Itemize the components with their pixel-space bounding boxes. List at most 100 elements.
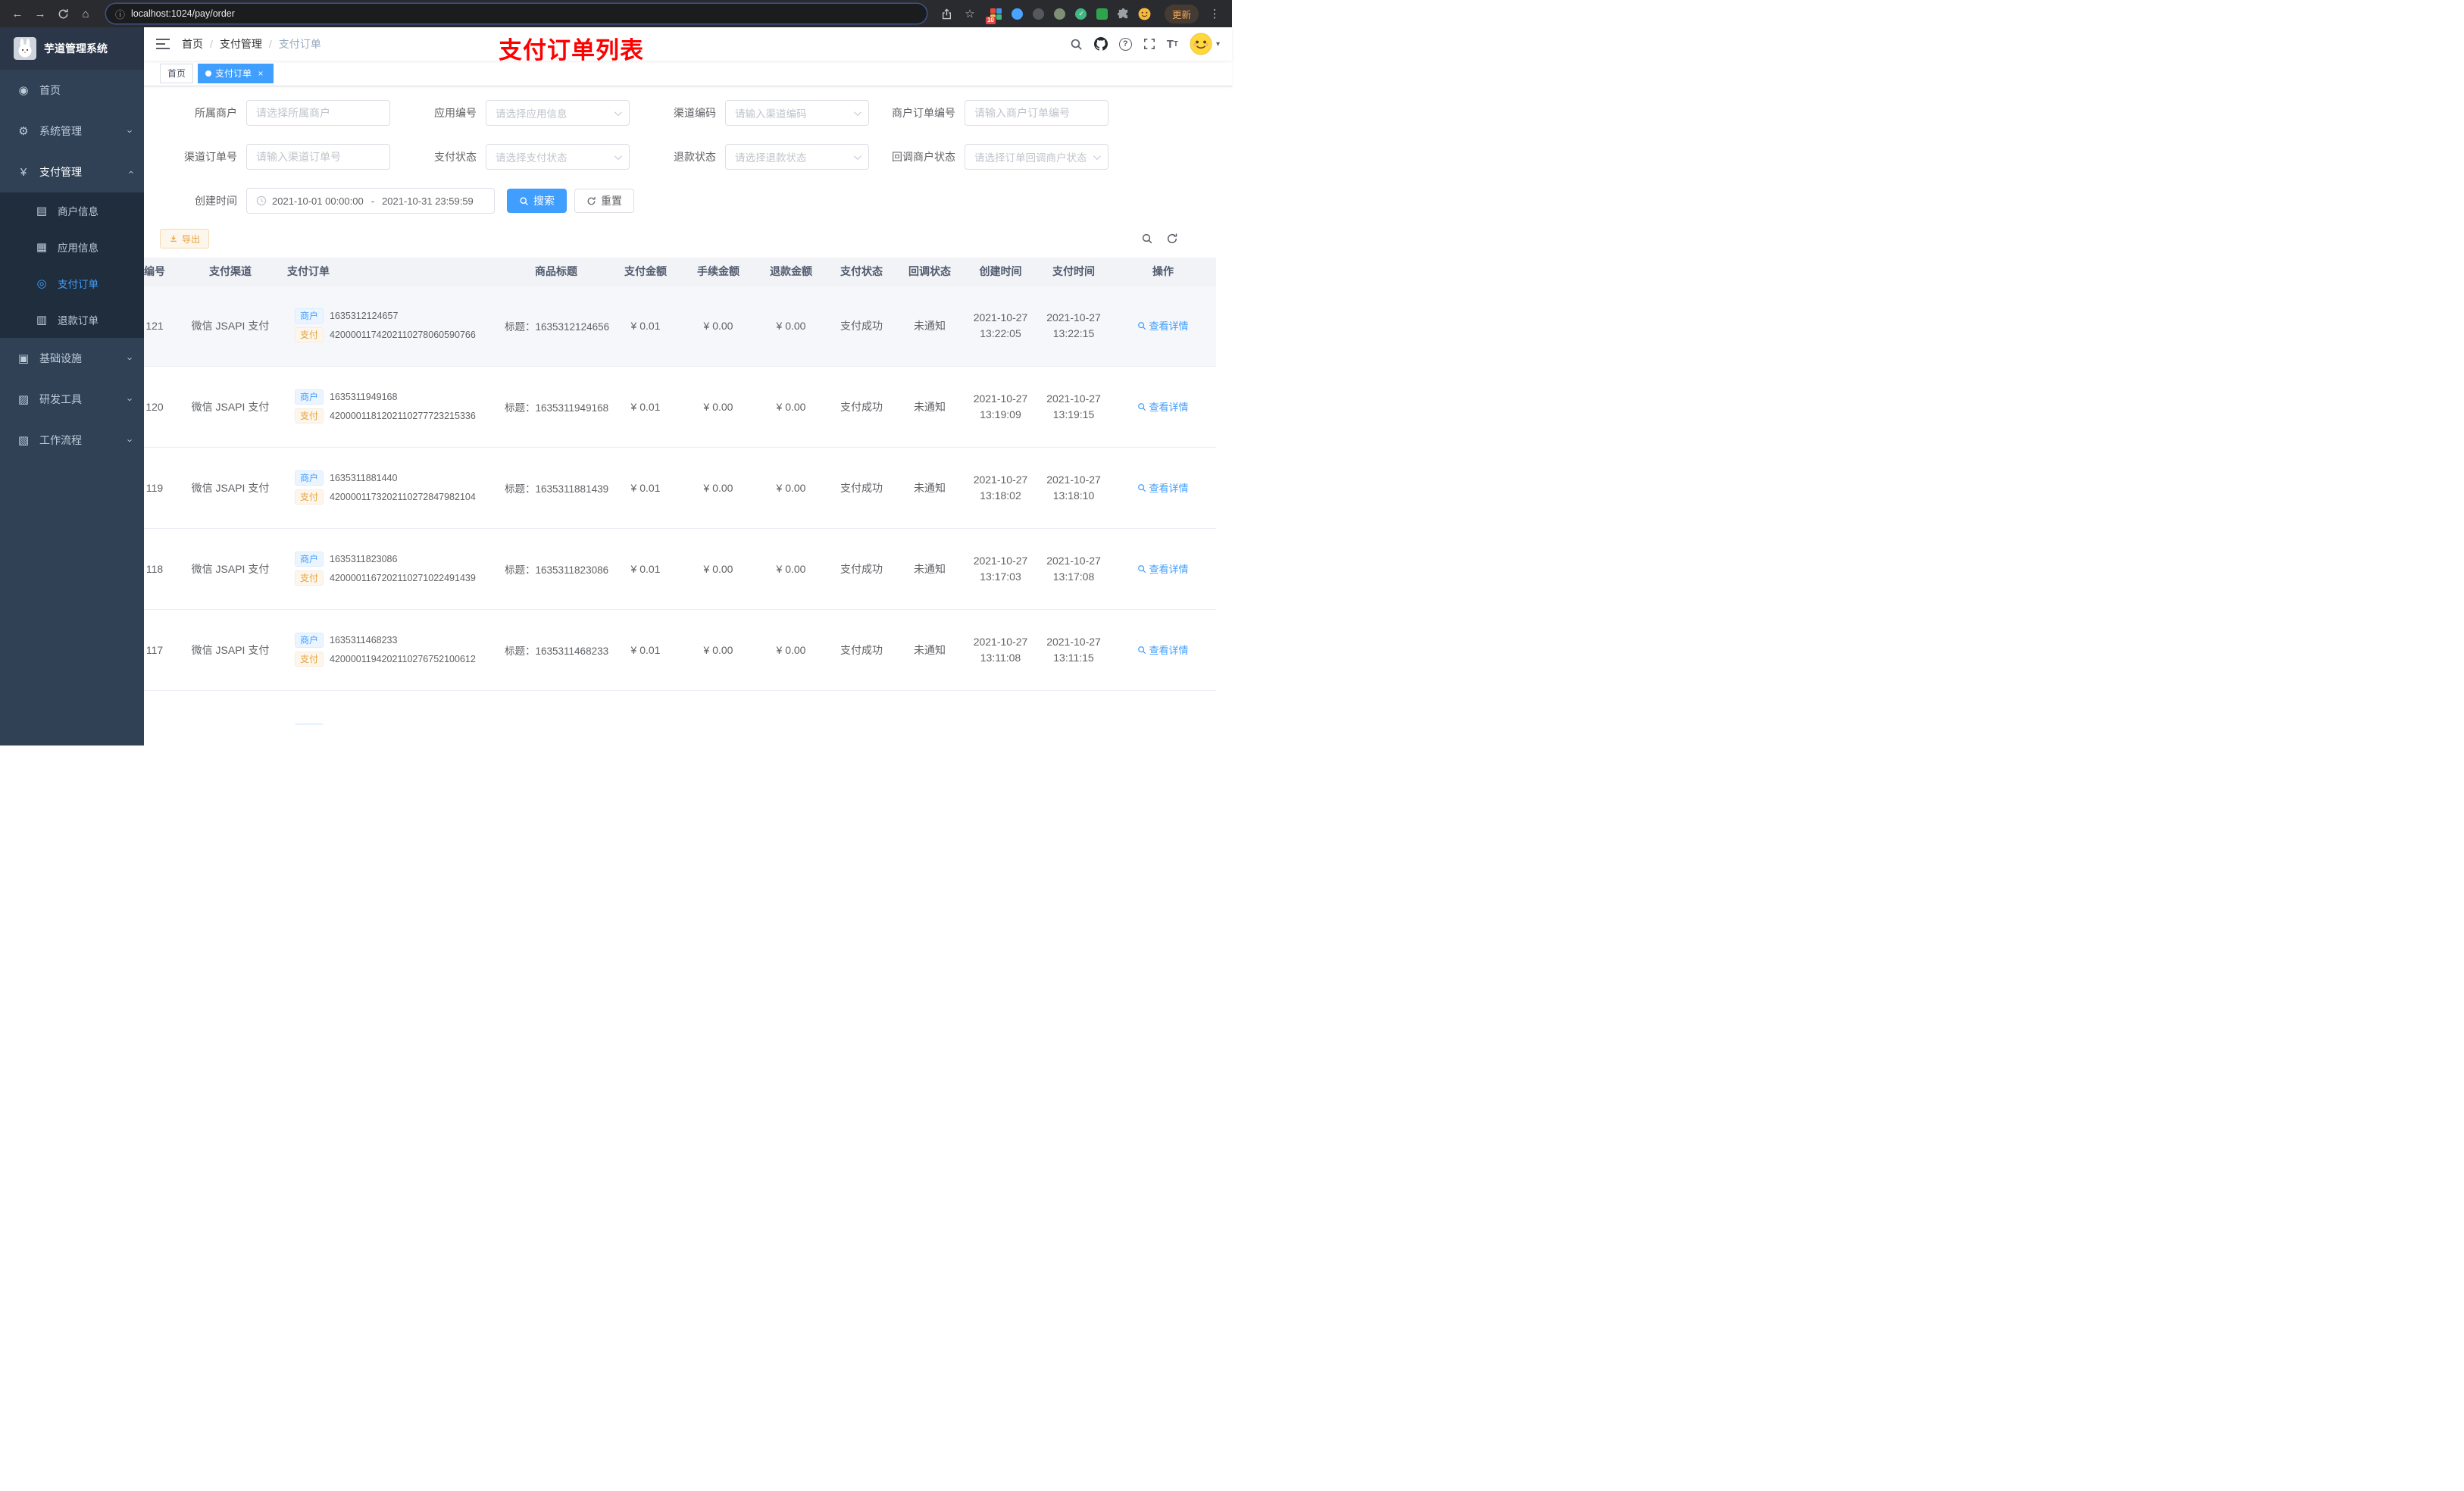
profile-avatar-icon[interactable] — [1138, 7, 1152, 20]
extension-check-icon[interactable]: ✓ — [1074, 7, 1088, 20]
extension-green-icon[interactable] — [1096, 7, 1109, 20]
sidebar-item-devtools[interactable]: ▨ 研发工具 › — [0, 379, 144, 420]
home-icon[interactable]: ⌂ — [76, 4, 95, 23]
cell-channel: 微信 JSAPI 支付 — [181, 366, 280, 448]
sidebar-item-home[interactable]: ◉ 首页 — [0, 70, 144, 111]
col-status[interactable]: 支付状态 — [827, 258, 896, 286]
date-line: 2021-10-27 — [973, 473, 1028, 486]
table-row[interactable]: 119 微信 JSAPI 支付 商户 1635311881440 支付 420000… — [144, 447, 1216, 529]
create-time-range-picker[interactable]: 2021-10-01 00:00:00 - 2021-10-31 23:59:5… — [246, 188, 495, 214]
cell-paid: 2021-10-27 13:17:08 — [1037, 528, 1110, 610]
address-bar[interactable]: ⓘ localhost:1024/pay/order — [106, 4, 927, 23]
date-start: 2021-10-01 00:00:00 — [272, 195, 364, 207]
owner-merchant-input[interactable] — [246, 100, 390, 126]
merchant-order-no-input[interactable] — [965, 100, 1108, 126]
table-row[interactable]: 120 微信 JSAPI 支付 商户 1635311949168 支付 420000… — [144, 366, 1216, 448]
bookmark-star-icon[interactable]: ☆ — [960, 4, 980, 23]
pay-order-no: 4200001174202110278060590766 — [330, 330, 476, 340]
time-line: 13:17:08 — [1052, 570, 1095, 583]
sidebar-item-infra[interactable]: ▣ 基础设施 › — [0, 338, 144, 379]
page-annotation-title: 支付订单列表 — [499, 37, 644, 64]
chrome-update-button[interactable]: 更新 — [1164, 4, 1199, 23]
pay-status-select[interactable]: 请选择支付状态 — [486, 144, 630, 170]
github-icon[interactable] — [1093, 37, 1108, 51]
view-detail-link[interactable]: 查看详情 — [1137, 480, 1189, 495]
col-paid[interactable]: 支付时间 — [1037, 258, 1110, 286]
col-action[interactable]: 操作 — [1110, 258, 1216, 286]
table-toolbar-right — [1141, 233, 1178, 245]
app-logo: 芋道管理系统 — [0, 27, 144, 70]
chrome-menu-icon[interactable]: ⋮ — [1205, 4, 1224, 23]
view-detail-link[interactable]: 查看详情 — [1137, 642, 1189, 657]
breadcrumb-home[interactable]: 首页 — [182, 36, 203, 52]
close-icon[interactable]: × — [255, 68, 266, 79]
search-button[interactable]: 搜索 — [507, 189, 567, 213]
breadcrumb-pay[interactable]: 支付管理 — [220, 36, 262, 52]
channel-order-no-input-field[interactable] — [256, 151, 380, 163]
back-icon[interactable]: ← — [8, 4, 27, 23]
cell-action: 查看详情 — [1110, 609, 1216, 691]
font-size-icon[interactable]: TT — [1167, 38, 1178, 51]
cell-channel: 微信 JSAPI 支付 — [181, 528, 280, 610]
site-info-icon[interactable]: ⓘ — [115, 7, 125, 21]
sidebar-item-app-info[interactable]: ▦ 应用信息 — [0, 229, 144, 265]
filter-row-2: 渠道订单号 支付状态 请选择支付状态 退款状态 请选择退款状态 — [160, 144, 1216, 170]
channel-order-no-input[interactable] — [246, 144, 390, 170]
sidebar-item-workflow[interactable]: ▧ 工作流程 › — [0, 420, 144, 461]
time-line: 13:11:15 — [1053, 651, 1094, 664]
view-detail-link[interactable]: 查看详情 — [1137, 318, 1189, 333]
extension-dark-icon[interactable] — [1032, 7, 1046, 20]
app-no-select[interactable]: 请选择应用信息 — [486, 100, 630, 126]
table-row[interactable]: 117 微信 JSAPI 支付 商户 1635311468233 支付 420000… — [144, 609, 1216, 691]
table-row-partial[interactable]: 商户 1635311157736 — [144, 690, 1216, 725]
reset-button[interactable]: 重置 — [574, 189, 634, 213]
extensions-puzzle-icon[interactable] — [1117, 7, 1130, 20]
reload-icon[interactable] — [53, 4, 73, 23]
sidebar-item-pay[interactable]: ¥ 支付管理 › — [0, 152, 144, 192]
owner-merchant-input-field[interactable] — [256, 107, 380, 119]
col-refund[interactable]: 退款金额 — [755, 258, 827, 286]
table-search-toggle-icon[interactable] — [1141, 233, 1153, 245]
tag-home[interactable]: 首页 — [160, 63, 194, 83]
table-row[interactable]: 118 微信 JSAPI 支付 商户 1635311823086 支付 420000… — [144, 528, 1216, 610]
refund-status-select[interactable]: 请选择退款状态 — [725, 144, 869, 170]
view-detail-link[interactable]: 查看详情 — [1137, 399, 1189, 414]
help-icon[interactable]: ? — [1118, 37, 1132, 51]
tool-icon: ▨ — [17, 393, 30, 406]
col-id[interactable]: 编号 — [144, 258, 181, 286]
sidebar-item-refund-order[interactable]: ▥ 退款订单 — [0, 302, 144, 338]
col-created[interactable]: 创建时间 — [964, 258, 1037, 286]
share-icon[interactable] — [937, 4, 957, 23]
channel-code-select[interactable]: 请输入渠道编码 — [725, 100, 869, 126]
search-icon[interactable] — [1070, 38, 1083, 51]
sidebar-item-system[interactable]: ⚙ 系统管理 › — [0, 111, 144, 152]
cell-order: 商户 1635311468233 支付 4200001194202110276752… — [280, 609, 503, 691]
col-title[interactable]: 商品标题 — [503, 258, 609, 286]
extension-drop-icon[interactable] — [1011, 7, 1024, 20]
table-refresh-icon[interactable] — [1166, 233, 1178, 245]
clock-icon — [256, 195, 267, 206]
view-detail-link[interactable]: 查看详情 — [1137, 561, 1189, 576]
notify-status-select[interactable]: 请选择订单回调商户状态 — [965, 144, 1108, 170]
extension-grid-icon[interactable]: 10 — [985, 7, 1003, 24]
forward-icon[interactable]: → — [30, 4, 50, 23]
col-amount[interactable]: 支付金额 — [609, 258, 682, 286]
export-button[interactable]: 导出 — [160, 229, 210, 248]
extension-olive-icon[interactable] — [1053, 7, 1067, 20]
cell-amount: ¥ 0.01 — [609, 609, 682, 691]
col-fee[interactable]: 手续金额 — [682, 258, 755, 286]
filter-label: 创建时间 — [195, 195, 237, 207]
col-order[interactable]: 支付订单 — [280, 258, 503, 286]
sidebar-item-merchant-info[interactable]: ▤ 商户信息 — [0, 192, 144, 229]
filter-row-3: 创建时间 2021-10-01 00:00:00 - 2021-10-31 23… — [160, 188, 1216, 214]
table-row[interactable]: 121 微信 JSAPI 支付 商户 1635312124657 支付 420000… — [144, 285, 1216, 367]
merchant-order-no-input-field[interactable] — [974, 107, 1099, 119]
merchant-order-no: 1635311823086 — [330, 554, 398, 564]
fullscreen-icon[interactable] — [1143, 38, 1155, 50]
sidebar-item-pay-order[interactable]: ◎ 支付订单 — [0, 265, 144, 302]
user-avatar[interactable]: ▾ — [1190, 33, 1220, 55]
col-channel[interactable]: 支付渠道 — [181, 258, 280, 286]
col-notify[interactable]: 回调状态 — [896, 258, 964, 286]
tag-pay-order[interactable]: 支付订单 × — [198, 63, 274, 83]
hamburger-icon[interactable] — [156, 38, 170, 50]
